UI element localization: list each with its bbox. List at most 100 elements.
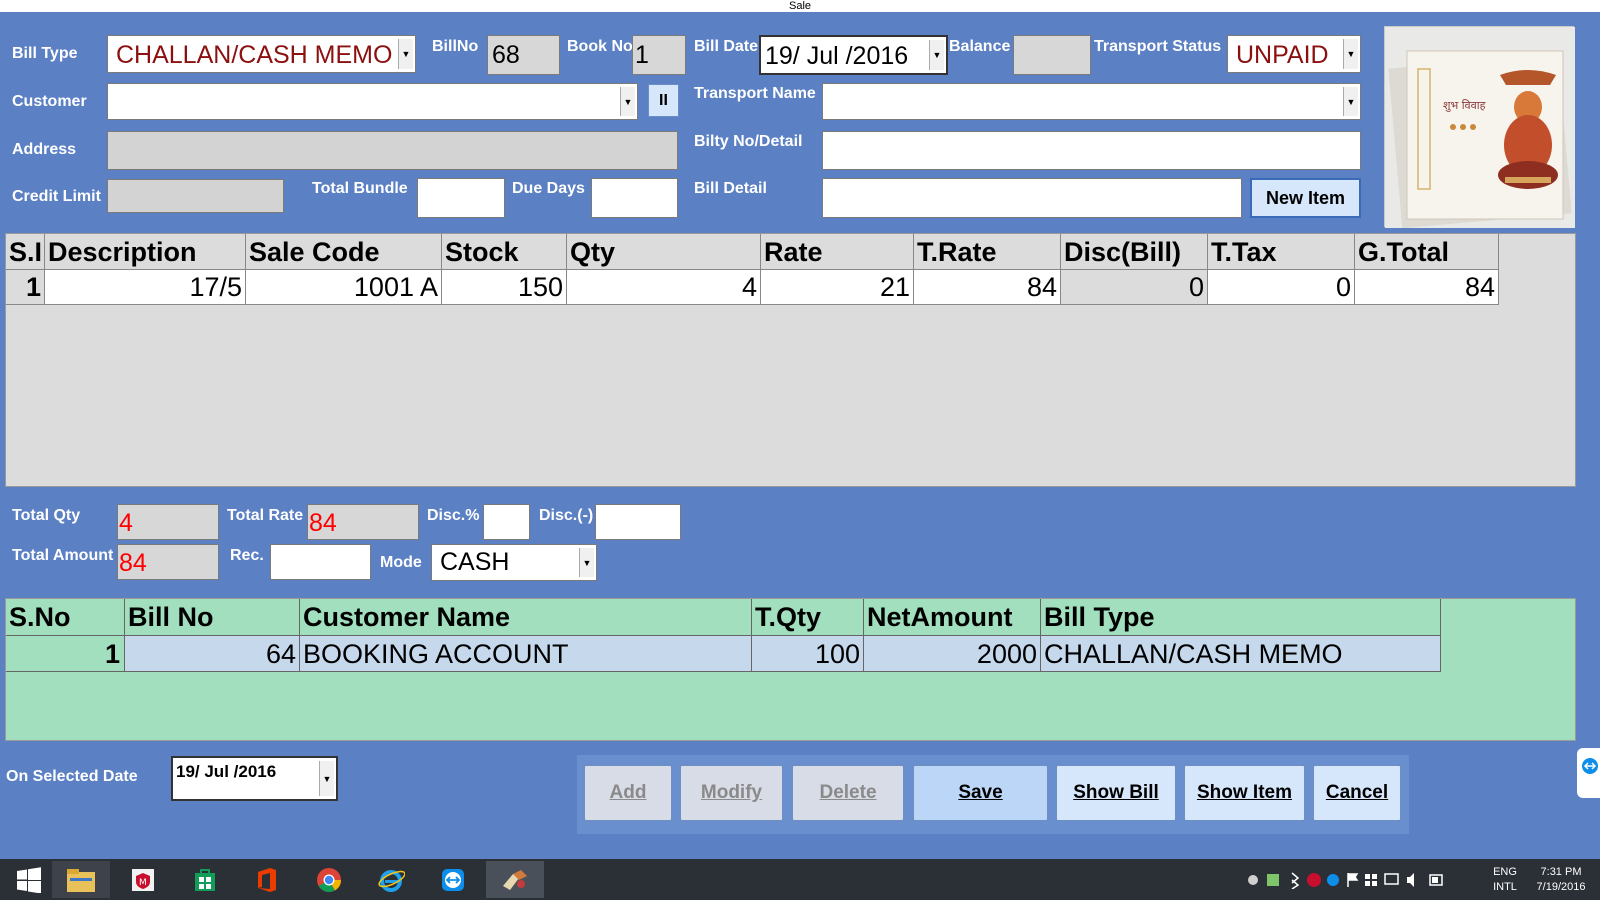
credit-limit-field[interactable] [107, 179, 284, 213]
address-label: Address [12, 141, 77, 158]
bill-detail-label: Bill Detail [694, 180, 767, 197]
bluetooth-icon [1291, 872, 1300, 890]
items-cell-sno[interactable]: 1 [6, 270, 45, 305]
svg-text:शुभ विवाह: शुभ विवाह [1443, 99, 1486, 112]
chevron-down-icon[interactable]: ▼ [929, 40, 944, 70]
internet-explorer-icon[interactable] [362, 861, 420, 898]
disc-minus-field[interactable] [595, 504, 681, 540]
items-header-trate: T.Rate [914, 234, 1061, 270]
teamviewer-tray-icon [1327, 874, 1339, 886]
bills-grid[interactable]: S.No Bill No Customer Name T.Qty NetAmou… [5, 598, 1576, 741]
items-grid[interactable]: S.I Description Sale Code Stock Qty Rate… [5, 233, 1576, 487]
transport-status-select[interactable]: UNPAID ▼ [1227, 35, 1361, 73]
bilty-field[interactable] [822, 131, 1361, 170]
chrome-icon[interactable] [300, 861, 358, 898]
total-amount-field: 84 [117, 544, 219, 580]
chevron-down-icon[interactable]: ▼ [398, 39, 413, 69]
due-days-field[interactable] [591, 178, 678, 218]
mode-label: Mode [380, 554, 422, 571]
svg-text:M: M [139, 878, 147, 888]
rec-field[interactable] [270, 544, 371, 580]
chevron-down-icon[interactable]: ▼ [1343, 39, 1358, 69]
bill-type-label: Bill Type [12, 45, 78, 62]
bill-type-select[interactable]: CHALLAN/CASH MEMO ▼ [107, 35, 416, 73]
chevron-down-icon[interactable]: ▼ [620, 87, 635, 116]
show-bill-button[interactable]: Show Bill [1056, 765, 1176, 821]
customer-select[interactable]: ▼ [107, 83, 638, 120]
file-explorer-icon[interactable] [52, 861, 110, 898]
store-icon[interactable] [176, 861, 234, 898]
bills-cell-net-amount[interactable]: 2000 [864, 636, 1041, 672]
cancel-button[interactable]: Cancel [1313, 765, 1401, 821]
billno-label: BillNo [432, 38, 479, 55]
bills-header-customer-name: Customer Name [300, 599, 752, 636]
items-cell-trate[interactable]: 84 [914, 270, 1061, 305]
security-app-icon[interactable]: M [114, 861, 172, 898]
items-cell-gtotal[interactable]: 84 [1355, 270, 1499, 305]
mode-value: CASH [440, 548, 510, 576]
items-cell-sale-code[interactable]: 1001 A [246, 270, 442, 305]
modify-button[interactable]: Modify [680, 765, 783, 821]
bills-header-bill-no: Bill No [125, 599, 300, 636]
chevron-down-icon[interactable]: ▼ [579, 548, 594, 577]
new-item-button[interactable]: New Item [1250, 178, 1361, 218]
bill-type-value: CHALLAN/CASH MEMO [116, 41, 393, 69]
total-qty-field: 4 [117, 504, 219, 540]
bookno-label: Book No [567, 38, 633, 55]
clock[interactable]: 7:31 PM 7/19/2016 [1528, 865, 1594, 895]
bill-date-picker[interactable]: 19/ Jul /2016 ▼ [759, 35, 948, 75]
bills-cell-customer-name[interactable]: BOOKING ACCOUNT [300, 636, 752, 672]
items-header-disc-bill: Disc(Bill) [1061, 234, 1208, 270]
bills-header-tqty: T.Qty [752, 599, 864, 636]
items-cell-rate[interactable]: 21 [761, 270, 914, 305]
teamviewer-taskbar-icon[interactable] [424, 861, 482, 898]
clock-date: 7/19/2016 [1536, 881, 1586, 893]
taskbar: M ENG INTL 7:31 PM 7/19/2016 [0, 859, 1600, 900]
items-cell-description[interactable]: 17/5 [45, 270, 246, 305]
bills-cell-tqty[interactable]: 100 [752, 636, 864, 672]
show-item-button[interactable]: Show Item [1184, 765, 1305, 821]
save-button[interactable]: Save [913, 765, 1048, 821]
transport-name-select[interactable]: ▼ [822, 83, 1361, 120]
pause-button[interactable]: II [648, 84, 679, 117]
customer-label: Customer [12, 93, 87, 110]
bill-detail-field[interactable] [822, 178, 1242, 218]
bills-header-net-amount: NetAmount [864, 599, 1041, 636]
chevron-down-icon[interactable]: ▼ [1343, 87, 1358, 116]
balance-field [1013, 35, 1091, 75]
office-icon[interactable] [238, 861, 296, 898]
selected-date-value: 19/ Jul /2016 [176, 762, 277, 781]
items-header-ttax: T.Tax [1208, 234, 1355, 270]
bill-date-label: Bill Date [694, 38, 759, 55]
windows-start-icon[interactable] [0, 861, 58, 898]
bills-cell-bill-no[interactable]: 64 [125, 636, 300, 672]
items-cell-ttax[interactable]: 0 [1208, 270, 1355, 305]
total-bundle-field[interactable] [417, 178, 505, 218]
transport-status-value: UNPAID [1236, 41, 1329, 69]
clock-time: 7:31 PM [1540, 866, 1582, 878]
items-header-rate: Rate [761, 234, 914, 270]
total-qty-label: Total Qty [12, 507, 81, 524]
items-header-qty: Qty [567, 234, 761, 270]
disc-pct-field[interactable] [483, 504, 530, 540]
delete-button[interactable]: Delete [792, 765, 904, 821]
chevron-down-icon[interactable]: ▼ [319, 761, 334, 796]
mode-select[interactable]: CASH ▼ [431, 544, 597, 581]
address-field[interactable] [107, 131, 678, 170]
add-button[interactable]: Add [584, 765, 672, 821]
bookno-field[interactable]: 1 [632, 35, 686, 75]
transport-status-label: Transport Status [1094, 38, 1222, 55]
selected-date-picker[interactable]: 19/ Jul /2016 ▼ [171, 756, 338, 801]
billing-app-icon[interactable] [486, 861, 544, 898]
total-amount-label: Total Amount [12, 547, 114, 564]
teamviewer-icon [1582, 758, 1598, 774]
language-indicator[interactable]: ENG INTL [1490, 865, 1520, 895]
side-panel-tab[interactable] [1577, 748, 1600, 798]
items-cell-disc-bill[interactable]: 0 [1061, 270, 1208, 305]
total-qty-value: 4 [119, 509, 133, 537]
product-image: शुभ विवाह [1384, 26, 1575, 229]
items-cell-stock[interactable]: 150 [442, 270, 567, 305]
items-cell-qty[interactable]: 4 [567, 270, 761, 305]
bills-cell-bill-type[interactable]: CHALLAN/CASH MEMO [1041, 636, 1441, 672]
bills-cell-sno[interactable]: 1 [6, 636, 125, 672]
